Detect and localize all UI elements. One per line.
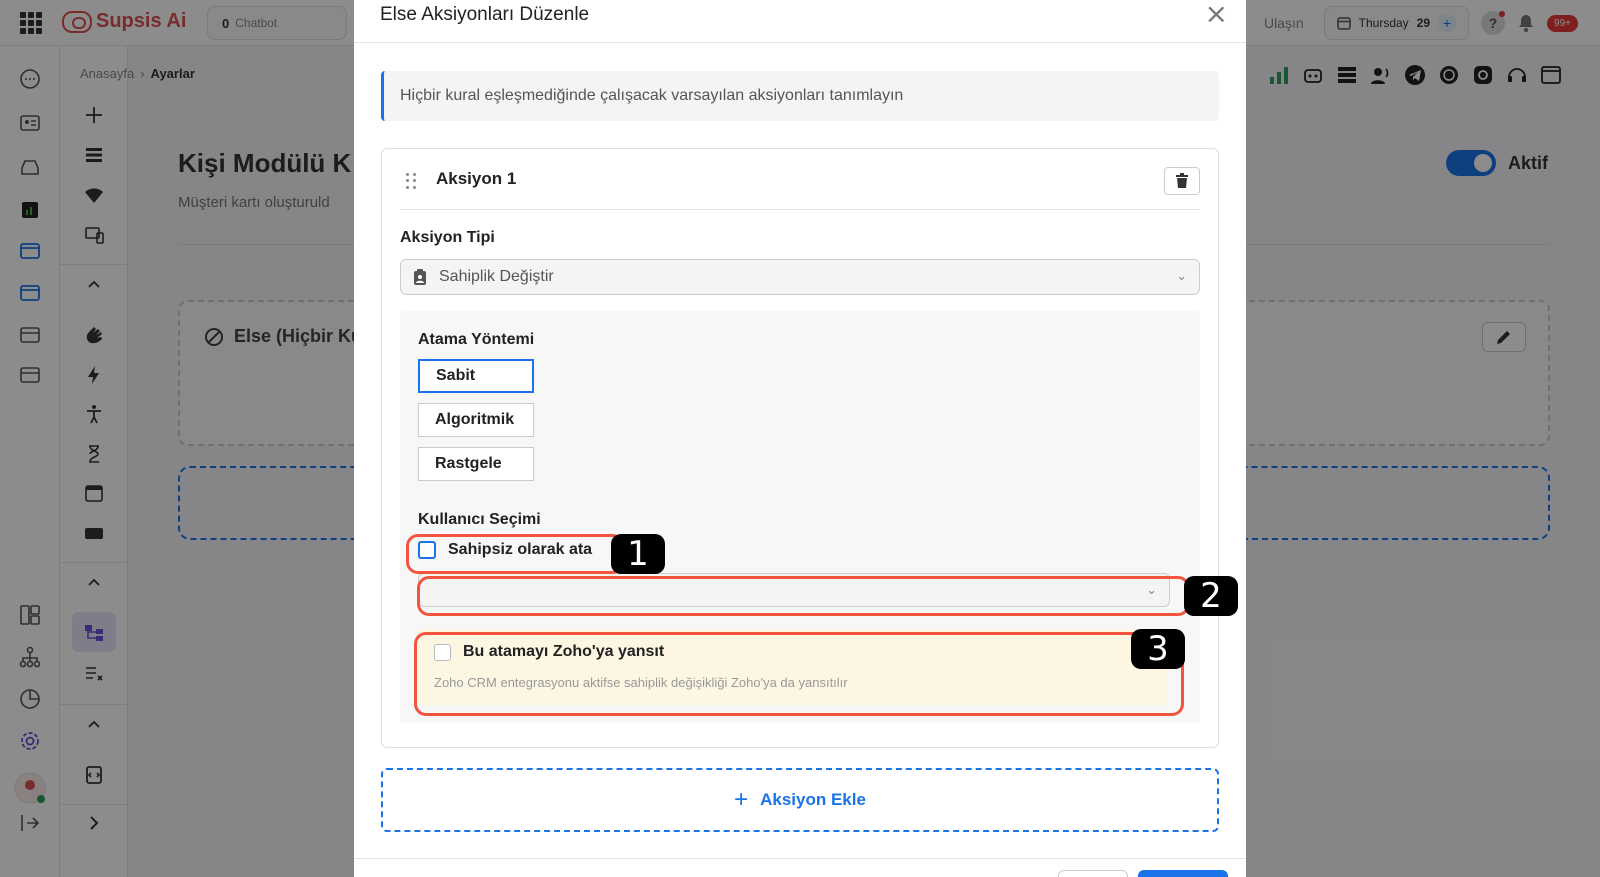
- save-button[interactable]: [1138, 870, 1228, 877]
- action-type-label: Aksiyon Tipi: [400, 229, 495, 246]
- assign-option-sabit[interactable]: Sabit: [418, 359, 534, 393]
- info-message: Hiçbir kural eşleşmediğinde çalışacak va…: [381, 71, 1219, 121]
- highlight-box-3: [414, 632, 1184, 716]
- delete-action-button[interactable]: [1164, 167, 1200, 195]
- clipboard-user-icon: [414, 269, 426, 285]
- action-type-select[interactable]: Sahiplik Değiştir ⌄: [400, 259, 1200, 295]
- plus-icon: +: [734, 786, 749, 813]
- modal-title: Else Aksiyonları Düzenle: [380, 4, 590, 25]
- annotation-number-3: 3: [1131, 629, 1185, 669]
- highlight-box-1: [406, 534, 624, 574]
- cancel-button[interactable]: [1058, 870, 1128, 877]
- user-selection-label: Kullanıcı Seçimi: [418, 511, 541, 528]
- close-icon[interactable]: ×: [1205, 0, 1228, 28]
- add-action-label: Aksiyon Ekle: [760, 790, 866, 809]
- else-actions-modal: Else Aksiyonları Düzenle × Hiçbir kural …: [354, 0, 1246, 877]
- modal-header: Else Aksiyonları Düzenle ×: [354, 0, 1246, 43]
- action-title: Aksiyon 1: [436, 169, 517, 188]
- annotation-number-1: 1: [611, 534, 665, 574]
- drag-handle-icon[interactable]: [406, 173, 416, 189]
- assign-method-label: Atama Yöntemi: [418, 331, 535, 348]
- highlight-box-2: [417, 576, 1190, 616]
- card-divider: [400, 209, 1200, 210]
- assign-option-rastgele[interactable]: Rastgele: [418, 447, 534, 481]
- modal-footer-divider: [354, 858, 1246, 859]
- add-action-button[interactable]: + Aksiyon Ekle: [381, 768, 1219, 832]
- chevron-down-icon: ⌄: [1176, 268, 1187, 283]
- annotation-number-2: 2: [1184, 576, 1238, 616]
- action-type-value: Sahiplik Değiştir: [439, 268, 554, 285]
- assign-option-algoritmik[interactable]: Algoritmik: [418, 403, 534, 437]
- trash-icon: [1176, 173, 1188, 188]
